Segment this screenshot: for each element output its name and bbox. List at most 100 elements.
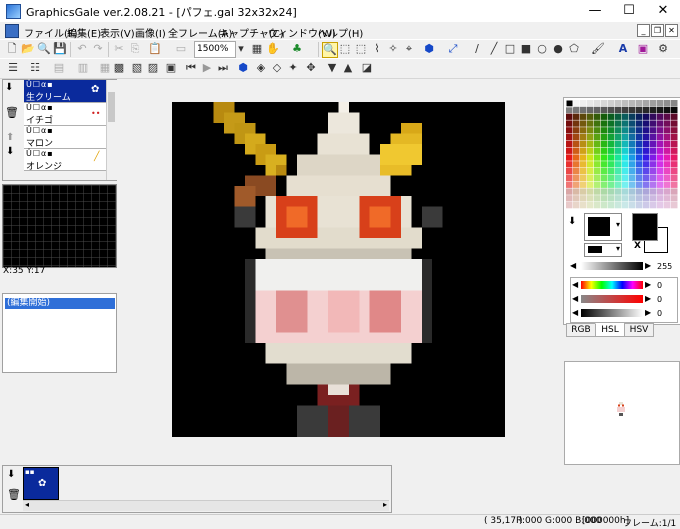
palette-swatch[interactable] — [580, 127, 587, 134]
palette-swatch[interactable] — [664, 188, 671, 195]
palette-swatch[interactable] — [664, 134, 671, 141]
ellipse-icon[interactable]: ○ — [535, 42, 549, 56]
palette-swatch[interactable] — [650, 202, 657, 209]
palette-swatch[interactable] — [643, 174, 650, 182]
palette-swatch[interactable] — [594, 202, 601, 209]
palette-swatch[interactable] — [573, 113, 580, 120]
cut-icon[interactable]: ✂ — [112, 42, 126, 56]
palette-swatch[interactable] — [664, 168, 671, 175]
maximize-button[interactable]: ☐ — [612, 0, 646, 22]
layer-flags-icon[interactable]: Ǔ☐α▪ — [26, 126, 54, 135]
palette-swatch[interactable] — [573, 195, 580, 202]
redo-icon[interactable]: ↷ — [91, 42, 105, 56]
brush-icon[interactable]: 🖌 — [591, 42, 605, 56]
palette-swatch[interactable] — [671, 147, 678, 154]
palette-swatch[interactable] — [573, 106, 580, 114]
grid-preview[interactable] — [2, 184, 117, 268]
palette-swatch[interactable] — [608, 161, 615, 168]
layer-item[interactable]: Ǔ☐α▪ オレンジ ╱ — [24, 149, 110, 172]
palette-swatch[interactable] — [566, 134, 573, 141]
palette-swatch[interactable] — [608, 168, 615, 175]
palette-swatch[interactable] — [615, 168, 622, 175]
palette-add-icon[interactable]: ⬇ — [568, 216, 576, 227]
palette-swatch[interactable] — [580, 154, 587, 161]
palette-swatch[interactable] — [580, 181, 587, 188]
palette-swatch[interactable] — [657, 161, 664, 168]
palette-swatch[interactable] — [573, 181, 580, 188]
palette-swatch[interactable] — [580, 106, 587, 114]
palette-swatch[interactable] — [650, 168, 657, 175]
palette-swatch[interactable] — [629, 202, 636, 209]
palette-swatch[interactable] — [643, 113, 650, 120]
palette-swatch[interactable] — [573, 154, 580, 161]
magnifier-icon[interactable]: 🔍 — [322, 42, 338, 58]
palette-swatch[interactable] — [629, 168, 636, 175]
palette-swatch[interactable] — [608, 106, 615, 114]
palette-swatch[interactable] — [629, 195, 636, 202]
palette-swatch[interactable] — [629, 113, 636, 120]
palette-swatch[interactable] — [566, 195, 573, 202]
palette-swatch[interactable] — [566, 161, 573, 168]
palette-swatch[interactable] — [643, 181, 650, 188]
palette-swatch[interactable] — [601, 202, 608, 209]
palette-swatch[interactable] — [671, 113, 678, 120]
palette-swatch[interactable] — [594, 188, 601, 195]
palette-swatch[interactable] — [622, 134, 629, 141]
palette-swatch[interactable] — [643, 188, 650, 195]
palette-swatch[interactable] — [650, 181, 657, 188]
selected-swatch[interactable] — [565, 99, 574, 108]
palette-swatch[interactable] — [629, 161, 636, 168]
filled-ellipse-icon[interactable]: ● — [551, 42, 565, 56]
palette-swatch[interactable] — [671, 127, 678, 134]
palette-swatch[interactable] — [671, 134, 678, 141]
palette-swatch[interactable] — [657, 168, 664, 175]
luminance-slider[interactable] — [581, 262, 643, 270]
palette-swatch[interactable] — [594, 195, 601, 202]
color-tool-icon[interactable]: ♣ — [290, 42, 304, 56]
palette-swatch[interactable] — [615, 140, 622, 148]
color-palette[interactable] — [565, 99, 678, 210]
palette-swatch[interactable] — [657, 120, 664, 127]
palette-swatch[interactable] — [594, 147, 601, 154]
palette-swatch[interactable] — [629, 147, 636, 154]
palette-swatch[interactable] — [587, 120, 594, 127]
undo-icon[interactable]: ↶ — [75, 42, 89, 56]
palette-swatch[interactable] — [573, 140, 580, 148]
palette-swatch[interactable] — [580, 147, 587, 154]
arrow-up-icon[interactable]: ▲ — [341, 61, 355, 75]
palette-swatch[interactable] — [573, 174, 580, 182]
palette-swatch[interactable] — [587, 113, 594, 120]
palette-swatch[interactable] — [664, 113, 671, 120]
palette-swatch[interactable] — [594, 106, 601, 114]
palette-swatch[interactable] — [650, 161, 657, 168]
document-icon[interactable] — [5, 24, 19, 38]
palette-swatch[interactable] — [657, 140, 664, 148]
arrow-right-icon[interactable]: ▶ — [645, 280, 651, 289]
palette-swatch[interactable] — [615, 195, 622, 202]
palette-swatch[interactable] — [601, 106, 608, 114]
layer-up-icon[interactable]: ▤ — [52, 61, 66, 75]
pen-icon[interactable]: ∕ — [470, 42, 484, 56]
palette-swatch[interactable] — [594, 161, 601, 168]
palette-swatch[interactable] — [587, 195, 594, 202]
palette-swatch[interactable] — [608, 134, 615, 141]
palette-swatch[interactable] — [629, 120, 636, 127]
palette-swatch[interactable] — [643, 161, 650, 168]
menu-view[interactable]: 表示(V) — [100, 25, 135, 40]
palette-swatch[interactable] — [643, 127, 650, 134]
arrow-left-icon[interactable]: ◀ — [572, 308, 578, 317]
palette-swatch[interactable] — [622, 120, 629, 127]
palette-swatch[interactable] — [594, 100, 601, 107]
palette-swatch[interactable] — [587, 106, 594, 114]
frame-delete-icon[interactable]: ▨ — [146, 61, 160, 75]
palette-swatch[interactable] — [580, 140, 587, 148]
palette-swatch[interactable] — [608, 100, 615, 107]
drawing-canvas[interactable] — [172, 102, 505, 437]
frame-move-icon[interactable]: ▣ — [164, 61, 178, 75]
palette-swatch[interactable] — [671, 106, 678, 114]
palette-swatch[interactable] — [594, 134, 601, 141]
palette-swatch[interactable] — [601, 154, 608, 161]
chevron-down-icon[interactable]: ▾ — [234, 42, 248, 56]
palette-swatch[interactable] — [657, 106, 664, 114]
palette-swatch[interactable] — [601, 134, 608, 141]
